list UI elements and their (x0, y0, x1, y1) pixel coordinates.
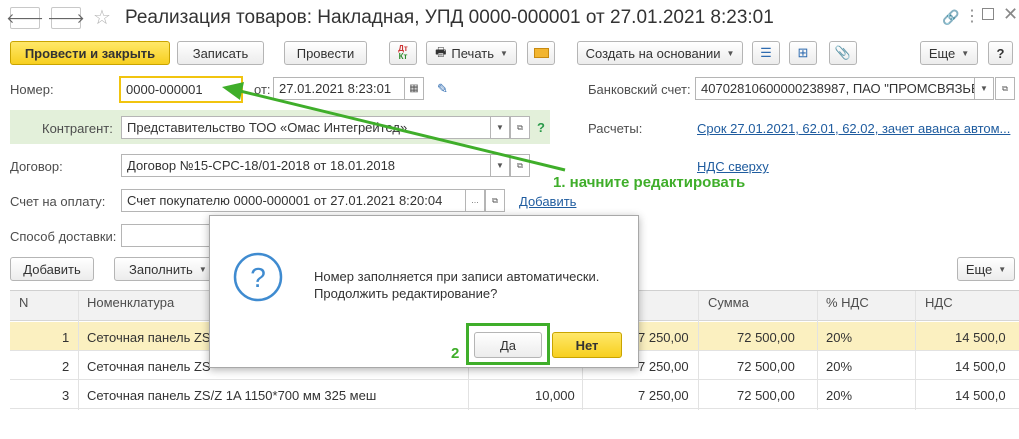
dialog-no-label: Нет (575, 337, 599, 353)
annotation-step1: 1. начните редактировать (553, 174, 746, 191)
dialog-yes-label: Да (499, 337, 517, 353)
dialog-message-line2: Продолжить редактирование? (314, 286, 498, 301)
question-icon: ? (233, 252, 283, 302)
annotation-step2: 2 (451, 345, 460, 362)
dialog-yes-button[interactable]: Да (474, 332, 542, 358)
dialog-message-line1: Номер заполняется при записи автоматичес… (314, 269, 600, 284)
svg-text:?: ? (250, 262, 266, 293)
dialog-no-button[interactable]: Нет (552, 332, 622, 358)
